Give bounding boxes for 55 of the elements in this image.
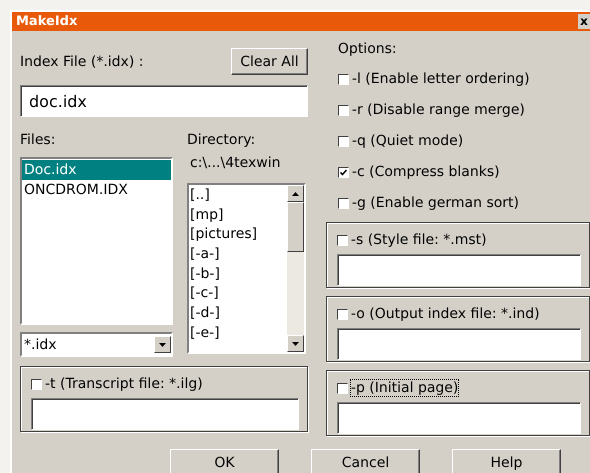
- list-label: Directory:: [187, 132, 256, 148]
- list-item[interactable]: [..]: [189, 186, 287, 206]
- checkbox-label[interactable]: -p (Initial page): [350, 380, 458, 396]
- input-field[interactable]: [31, 398, 299, 430]
- dialog-button[interactable]: OK: [170, 449, 279, 473]
- window-title: MakeIdx: [15, 14, 78, 29]
- scroll-down-button[interactable]: [287, 335, 304, 352]
- scroll-thumb[interactable]: [287, 202, 304, 252]
- list-item[interactable]: [-b-]: [189, 264, 287, 284]
- list-item[interactable]: [-d-]: [189, 304, 287, 324]
- dialog-button[interactable]: Cancel: [311, 449, 420, 473]
- checkbox[interactable]: [338, 74, 349, 84]
- checkbox-label[interactable]: -l (Enable letter ordering): [352, 71, 530, 87]
- up-arrow-icon: [292, 192, 299, 196]
- dropdown-value: *.idx: [24, 336, 57, 352]
- dialog-button[interactable]: Help: [452, 449, 561, 473]
- list-item[interactable]: Doc.idx: [22, 160, 171, 180]
- checkbox[interactable]: [338, 104, 349, 116]
- checkbox[interactable]: [338, 166, 349, 178]
- checkbox-label[interactable]: -q (Quiet mode): [352, 133, 464, 149]
- checkbox-label[interactable]: -o (Output index file: *.ind): [350, 306, 540, 322]
- scroll-up-button[interactable]: [287, 185, 304, 202]
- checkbox-label[interactable]: -g (Enable german sort): [352, 195, 520, 211]
- checkbox[interactable]: [338, 198, 349, 208]
- input-field[interactable]: doc.idx: [20, 85, 308, 117]
- down-arrow-icon: [292, 342, 299, 346]
- scrollbar[interactable]: [287, 185, 304, 352]
- checkbox-label[interactable]: -s (Style file: *.mst): [350, 232, 487, 248]
- field-value: doc.idx: [29, 92, 87, 110]
- clear-all-button[interactable]: Clear All: [230, 48, 308, 75]
- caret-icon: [159, 342, 166, 346]
- checkbox[interactable]: [336, 382, 348, 394]
- checkbox-label[interactable]: -r (Disable range merge): [352, 102, 525, 118]
- checkbox[interactable]: [31, 378, 42, 390]
- checkbox-label[interactable]: -t (Transcript file: *.ilg): [45, 376, 203, 392]
- list-item[interactable]: ONCDROM.IDX: [22, 180, 171, 200]
- list-item[interactable]: [-a-]: [189, 245, 287, 265]
- checkbox[interactable]: [338, 136, 349, 146]
- list-item[interactable]: [pictures]: [189, 225, 287, 246]
- list-item[interactable]: [-e-]: [189, 324, 287, 344]
- section-label: Options:: [336, 41, 398, 57]
- filter-dropdown[interactable]: *.idx: [20, 332, 173, 357]
- checkbox-label[interactable]: -c (Compress blanks): [352, 164, 500, 180]
- input-field[interactable]: [336, 254, 581, 286]
- list-item[interactable]: [mp]: [189, 206, 287, 226]
- dropdown-arrow-button[interactable]: [154, 336, 171, 353]
- checkbox[interactable]: [336, 308, 348, 320]
- input-field[interactable]: [336, 402, 581, 434]
- directory-path: c:\...\4texwin: [189, 155, 282, 171]
- field-label: Index File (*.idx) :: [20, 54, 144, 70]
- close-button[interactable]: x: [578, 14, 590, 29]
- input-field[interactable]: [336, 328, 581, 360]
- list-label: Files:: [20, 132, 56, 148]
- checkbox[interactable]: [336, 234, 348, 246]
- list-item[interactable]: [-c-]: [189, 284, 287, 304]
